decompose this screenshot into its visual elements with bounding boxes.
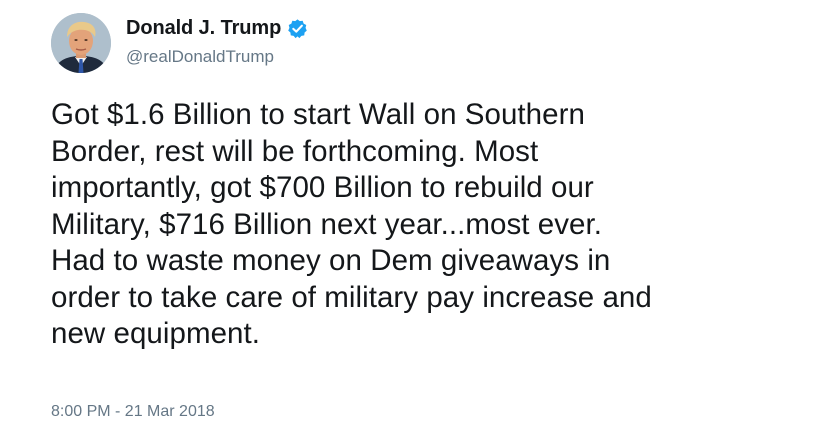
author-name-row[interactable]: Donald J. Trump — [126, 15, 308, 41]
tweet-card: Donald J. Trump @realDonaldTrump Got $1.… — [0, 0, 835, 436]
verified-badge-icon — [287, 18, 308, 39]
user-handle[interactable]: @realDonaldTrump — [126, 47, 274, 67]
display-name[interactable]: Donald J. Trump — [126, 17, 281, 40]
tweet-text: Got $1.6 Billion to start Wall on Southe… — [51, 98, 652, 350]
avatar[interactable] — [51, 13, 111, 73]
profile-photo — [51, 13, 111, 73]
tweet-timestamp[interactable]: 8:00 PM - 21 Mar 2018 — [51, 403, 215, 421]
